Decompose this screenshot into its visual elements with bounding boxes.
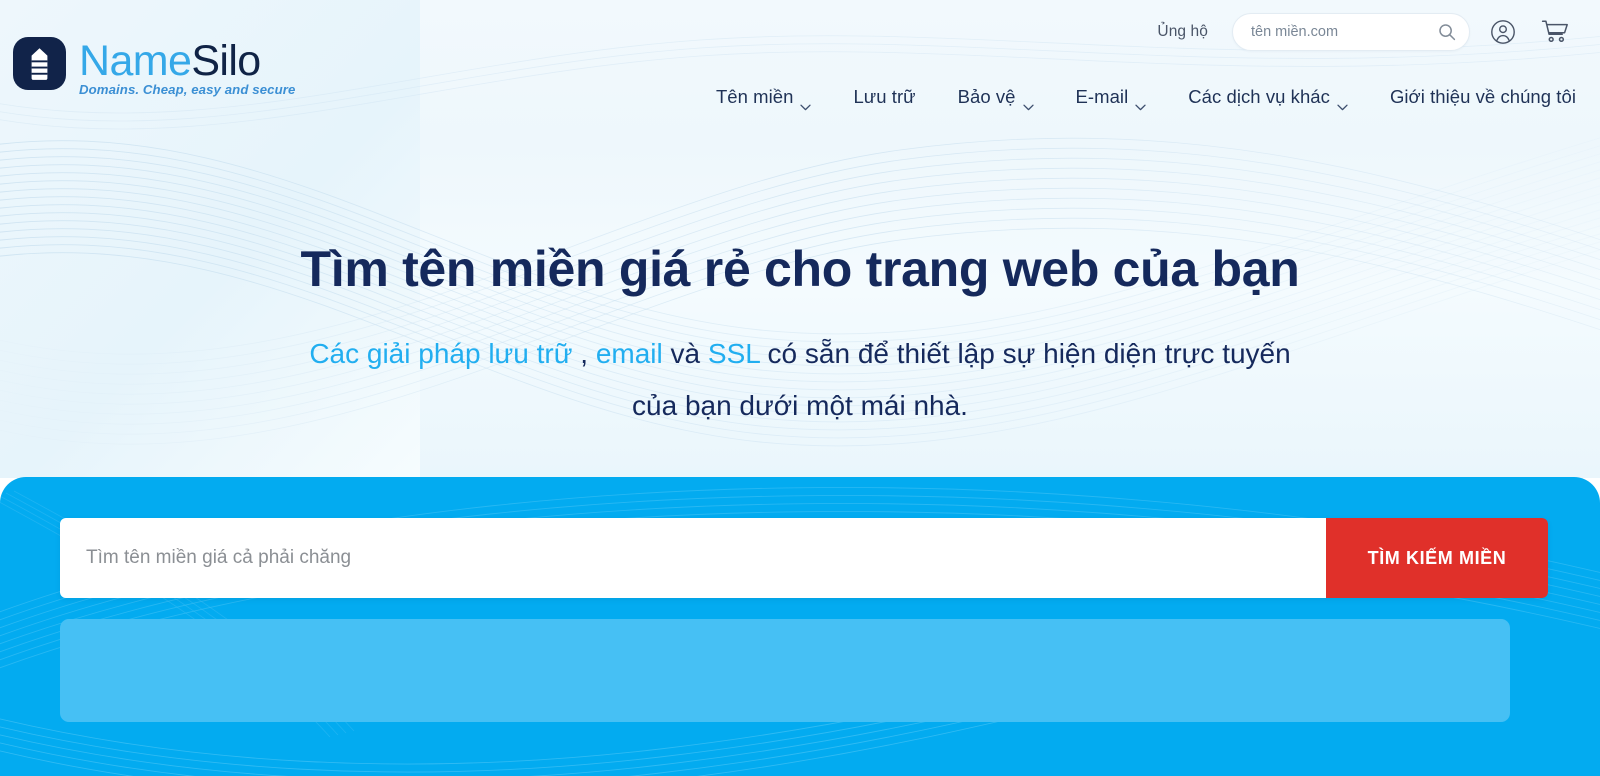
nav-label: Lưu trữ	[853, 86, 916, 107]
silo-icon	[13, 37, 66, 90]
nav-label: Bảo vệ	[957, 86, 1016, 107]
page-title: Tìm tên miền giá rẻ cho trang web của bạ…	[300, 241, 1300, 297]
namesilo-homepage: Ủng hộ tên miền.com NameSilo Domains. Ch…	[0, 0, 1600, 776]
header-search[interactable]	[1232, 13, 1470, 51]
search-results-placeholder	[60, 619, 1510, 722]
nav-item-ten-mien[interactable]: Tên miền	[695, 80, 833, 114]
hero-subtitle: Các giải pháp lưu trữ , email và SSL có …	[300, 328, 1300, 432]
domain-search-input[interactable]	[60, 518, 1326, 598]
chevron-down-icon	[800, 94, 812, 110]
nav-label: Các dịch vụ khác	[1188, 86, 1330, 107]
nav-item-bao-ve[interactable]: Bảo vệ	[937, 80, 1055, 114]
chevron-down-icon	[1135, 94, 1146, 110]
support-link[interactable]: Ủng hộ	[1157, 23, 1208, 41]
nav-label: Giới thiệu về chúng tôi	[1389, 86, 1576, 107]
logo-wordmark: NameSilo Domains. Cheap, easy and secure	[79, 38, 295, 97]
main-navigation: Tên miền Lưu trữ Bảo vệ E-mail Các dịch …	[695, 80, 1576, 114]
nav-item-luu-tru[interactable]: Lưu trữ	[832, 80, 936, 114]
logo-name-part: Name	[79, 37, 192, 85]
nav-item-email[interactable]: E-mail	[1055, 80, 1168, 114]
domain-search-button[interactable]: TÌM KIẾM MIỀN	[1326, 518, 1548, 598]
nav-item-gioi-thieu[interactable]: Giới thiệu về chúng tôi	[1369, 80, 1576, 114]
ssl-link[interactable]: SSL	[708, 338, 760, 369]
logo-tagline: Domains. Cheap, easy and secure	[79, 82, 296, 97]
domain-search-band: TÌM KIẾM MIỀN	[0, 477, 1600, 776]
subtitle-conjunction: và	[662, 338, 708, 369]
shopping-cart-icon	[1541, 19, 1569, 45]
subtitle-separator: ,	[572, 338, 596, 369]
header-search-input[interactable]	[1251, 24, 1438, 40]
magnifier-icon[interactable]	[1438, 23, 1456, 41]
chevron-down-icon	[1337, 94, 1348, 110]
nav-label: E-mail	[1075, 86, 1129, 107]
nav-label: Tên miền	[715, 86, 794, 107]
logo-silo-part: Silo	[191, 37, 261, 85]
nav-item-cac-dich-vu-khac[interactable]: Các dịch vụ khác	[1167, 80, 1369, 114]
user-circle-icon	[1490, 19, 1516, 45]
hosting-solutions-link[interactable]: Các giải pháp lưu trữ	[309, 338, 572, 369]
account-button[interactable]	[1484, 13, 1522, 51]
cart-button[interactable]	[1536, 13, 1574, 51]
email-link[interactable]: email	[596, 338, 663, 369]
domain-search-form: TÌM KIẾM MIỀN	[60, 518, 1548, 598]
chevron-down-icon	[1022, 94, 1034, 110]
site-logo[interactable]: NameSilo Domains. Cheap, easy and secure	[13, 37, 295, 97]
